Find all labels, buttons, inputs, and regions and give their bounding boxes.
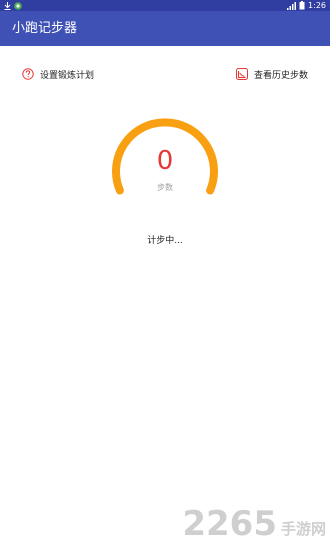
clock-text: 1:26 xyxy=(308,1,326,10)
status-left-icons xyxy=(4,0,22,11)
set-exercise-plan-button[interactable]: 设置锻炼计划 xyxy=(22,66,94,82)
watermark-number: 2265 xyxy=(182,504,277,544)
watermark-logo: 2265 手游网 xyxy=(182,504,326,544)
question-icon xyxy=(22,68,34,80)
battery-icon xyxy=(299,1,305,10)
view-history-steps-label: 查看历史步数 xyxy=(253,70,308,81)
signal-icon xyxy=(287,1,297,10)
set-exercise-plan-label: 设置锻炼计划 xyxy=(40,70,95,81)
step-count: 0 xyxy=(156,146,174,176)
history-chart-icon xyxy=(235,68,248,80)
download-icon xyxy=(4,1,11,10)
counting-status-text: 计步中... xyxy=(147,236,183,246)
view-history-steps-button[interactable]: 查看历史步数 xyxy=(235,66,308,82)
status-bar: 1:26 xyxy=(0,0,330,11)
step-unit-label: 步数 xyxy=(157,183,173,192)
app-bar: 小跑记步器 xyxy=(0,11,330,46)
app-notification-icon xyxy=(14,1,22,10)
status-right-icons: 1:26 xyxy=(287,0,326,11)
app-title: 小跑记步器 xyxy=(12,21,78,36)
watermark-site: 手游网 xyxy=(280,520,326,538)
